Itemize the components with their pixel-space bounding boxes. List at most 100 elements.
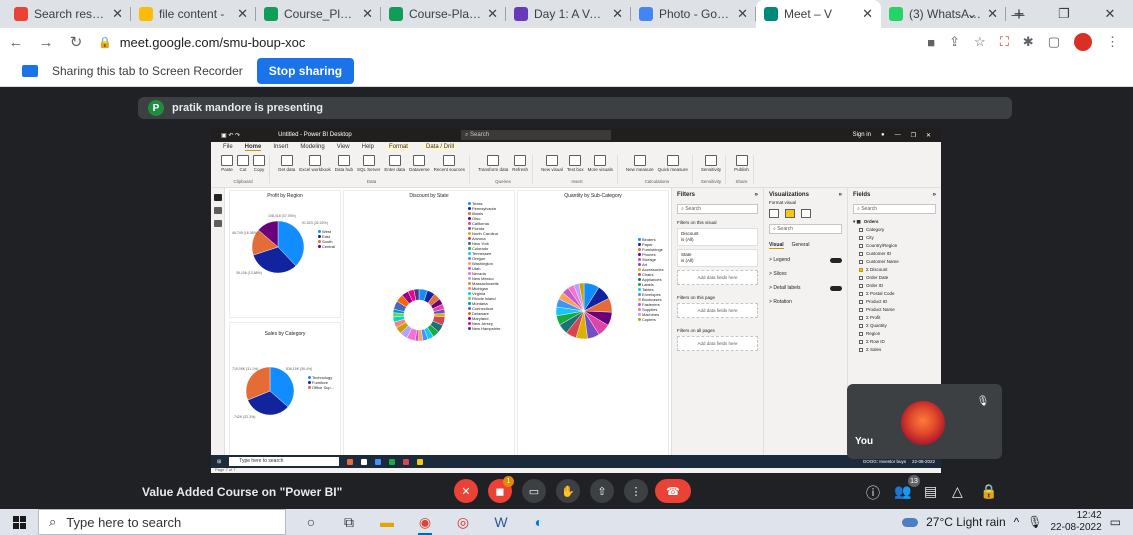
pbi-close-icon: ✕ <box>925 132 931 139</box>
host-controls-icon[interactable]: 🔒 <box>980 483 997 500</box>
start-button[interactable] <box>0 509 38 535</box>
profile-avatar[interactable] <box>1074 33 1092 51</box>
cat-label-1: 719,05K (31.1%) <box>232 367 259 371</box>
field-checkbox <box>859 259 863 264</box>
region-label-2: 91,523 (32.02%) <box>302 221 328 225</box>
screen-recorder-icon[interactable]: ⛶ <box>1000 34 1009 50</box>
discount-state-legend: Texas Pennsylvania Illinois Ohio California F… <box>468 201 500 331</box>
camera-off-button[interactable]: ◼ 1 <box>488 476 514 503</box>
browser-tab[interactable]: Meet – V ✕ <box>756 0 881 28</box>
legend-swatch <box>468 212 471 215</box>
microphone-off-button[interactable]: ✕ <box>454 479 478 503</box>
pbi-ribbon-icon <box>487 155 500 166</box>
tab-close-icon[interactable]: ✕ <box>362 6 373 22</box>
minimize-button[interactable]: — <box>995 0 1041 28</box>
share-page-icon[interactable]: ⇪ <box>949 34 960 50</box>
tab-close-icon[interactable]: ✕ <box>737 6 748 22</box>
close-window-button[interactable]: ✕ <box>1087 0 1133 28</box>
browser-tab[interactable]: Day 1: A Value ✕ <box>506 0 631 28</box>
pbi-ribbon-group: New visual Text box More visuals Insert <box>537 155 618 184</box>
extensions-icon[interactable]: ✱ <box>1023 34 1034 50</box>
legend-swatch <box>468 312 471 315</box>
browser-tab[interactable]: Course_Planner ✕ <box>256 0 381 28</box>
browser-tab[interactable]: Search results ✕ <box>6 0 131 28</box>
viz-toggle <box>830 285 842 291</box>
tab-search-icon[interactable]: ⌄ <box>949 0 995 28</box>
bookmark-star-icon[interactable]: ☆ <box>974 34 986 50</box>
pbi-menu-item: Home <box>244 143 262 151</box>
pbi-ribbon-button: Dataverse <box>409 155 430 172</box>
field-label: Region <box>866 331 881 336</box>
field-checkbox <box>859 283 863 288</box>
stop-sharing-button[interactable]: Stop sharing <box>256 58 355 84</box>
tab-close-icon[interactable]: ✕ <box>487 6 498 22</box>
clock[interactable]: 12:42 22-08-2022 <box>1051 510 1102 534</box>
lock-icon[interactable]: 🔒 <box>98 36 112 49</box>
pbi-signin: Sign in ● — ❐ ✕ <box>853 128 931 142</box>
tab-close-icon[interactable]: ✕ <box>112 6 123 22</box>
field-item: Σ Profit <box>853 315 936 320</box>
screen-recorder-app-icon[interactable]: ◎ <box>452 511 474 533</box>
tab-close-icon[interactable]: ✕ <box>612 6 623 22</box>
self-view-tile[interactable]: 🎙 You <box>847 384 1002 459</box>
legend-swatch <box>468 297 471 300</box>
pbi-ribbon-icon <box>309 155 322 166</box>
edge-icon[interactable]: ◐ <box>528 511 550 533</box>
viz-search: ⌕ Search <box>769 224 842 234</box>
shared-screen[interactable]: ▣ ↶ ↷ Untitled - Power BI Desktop ⌕ Sear… <box>211 128 941 473</box>
show-hidden-icons[interactable]: ^ <box>1014 515 1020 529</box>
raise-hand-button[interactable]: ✋ <box>556 479 580 503</box>
field-item: Customer Name <box>853 259 936 264</box>
cortana-icon[interactable]: ○ <box>300 511 322 533</box>
pbi-minimize-icon: — <box>894 132 901 138</box>
sharing-text: Sharing this tab to Screen Recorder <box>52 64 243 78</box>
menu-kebab-icon[interactable]: ⋮ <box>1106 34 1119 50</box>
forward-button[interactable]: → <box>38 34 54 51</box>
browser-tab[interactable]: Photo - Google ✕ <box>631 0 756 28</box>
chrome-icon[interactable]: ◉ <box>414 511 436 535</box>
chat-icon[interactable]: ▤ <box>924 483 937 500</box>
present-button[interactable]: ⇧ <box>590 479 614 503</box>
field-checkbox <box>859 339 863 344</box>
viz-format-card: > Legend <box>769 257 842 263</box>
taskbar-search-text[interactable]: Type here to search <box>66 515 181 530</box>
pbi-ribbon-group-label: Sensitivity <box>700 179 722 184</box>
tab-close-icon[interactable]: ✕ <box>237 6 248 22</box>
camera-icon[interactable]: ■ <box>927 35 935 50</box>
reload-button[interactable]: ↻ <box>68 33 84 51</box>
leave-call-button[interactable]: ☎ <box>655 479 691 503</box>
people-icon[interactable]: 👥 <box>894 483 911 500</box>
activities-icon[interactable]: △ <box>952 483 963 500</box>
browser-tab-strip: Search results ✕ file content - ✕ Course_Pla… <box>0 0 1133 28</box>
captions-button[interactable]: ▭ <box>522 479 546 503</box>
task-view-icon[interactable]: ⧉ <box>338 511 360 533</box>
pbi-ribbon-button: Data hub <box>335 155 353 172</box>
legend-swatch <box>638 243 641 246</box>
presenter-start-icon: ⊞ <box>217 458 222 465</box>
restore-button[interactable]: ❐ <box>1041 0 1087 28</box>
tab-close-icon[interactable]: ✕ <box>862 6 873 22</box>
microphone-tray-icon[interactable]: 🎙 <box>1027 515 1042 529</box>
file-explorer-icon[interactable]: ▬ <box>376 511 398 533</box>
taskbar-search[interactable]: ⌕ Type here to search <box>38 509 286 535</box>
browser-tab[interactable]: file content - ✕ <box>131 0 256 28</box>
weather-text[interactable]: 27°C Light rain <box>926 515 1006 529</box>
url-text[interactable]: meet.google.com/smu-boup-xoc <box>120 35 306 50</box>
field-checkbox <box>859 275 863 280</box>
legend-item: Office Sup... <box>308 385 334 390</box>
clock-time: 12:42 <box>1076 510 1102 521</box>
legend-swatch <box>468 302 471 305</box>
notifications-icon[interactable]: ▭ <box>1110 515 1121 529</box>
pbi-ribbon-button: Get data <box>278 155 295 172</box>
browser-tab[interactable]: Course-Planner ✕ <box>381 0 506 28</box>
pbi-ribbon-button-label: Copy <box>253 167 265 172</box>
word-icon[interactable]: W <box>490 511 512 533</box>
field-item: Product Name <box>853 307 936 312</box>
more-options-button[interactable]: ⋮ <box>624 479 648 503</box>
meeting-info-icon[interactable]: ⓘ <box>866 483 880 503</box>
pbi-ribbon-group-label: Share <box>735 179 748 184</box>
omnibox[interactable]: 🔒 meet.google.com/smu-boup-xoc <box>98 30 913 54</box>
legend-swatch <box>318 240 321 243</box>
back-button[interactable]: ← <box>8 34 24 51</box>
side-panel-icon[interactable]: ▢ <box>1048 34 1060 50</box>
